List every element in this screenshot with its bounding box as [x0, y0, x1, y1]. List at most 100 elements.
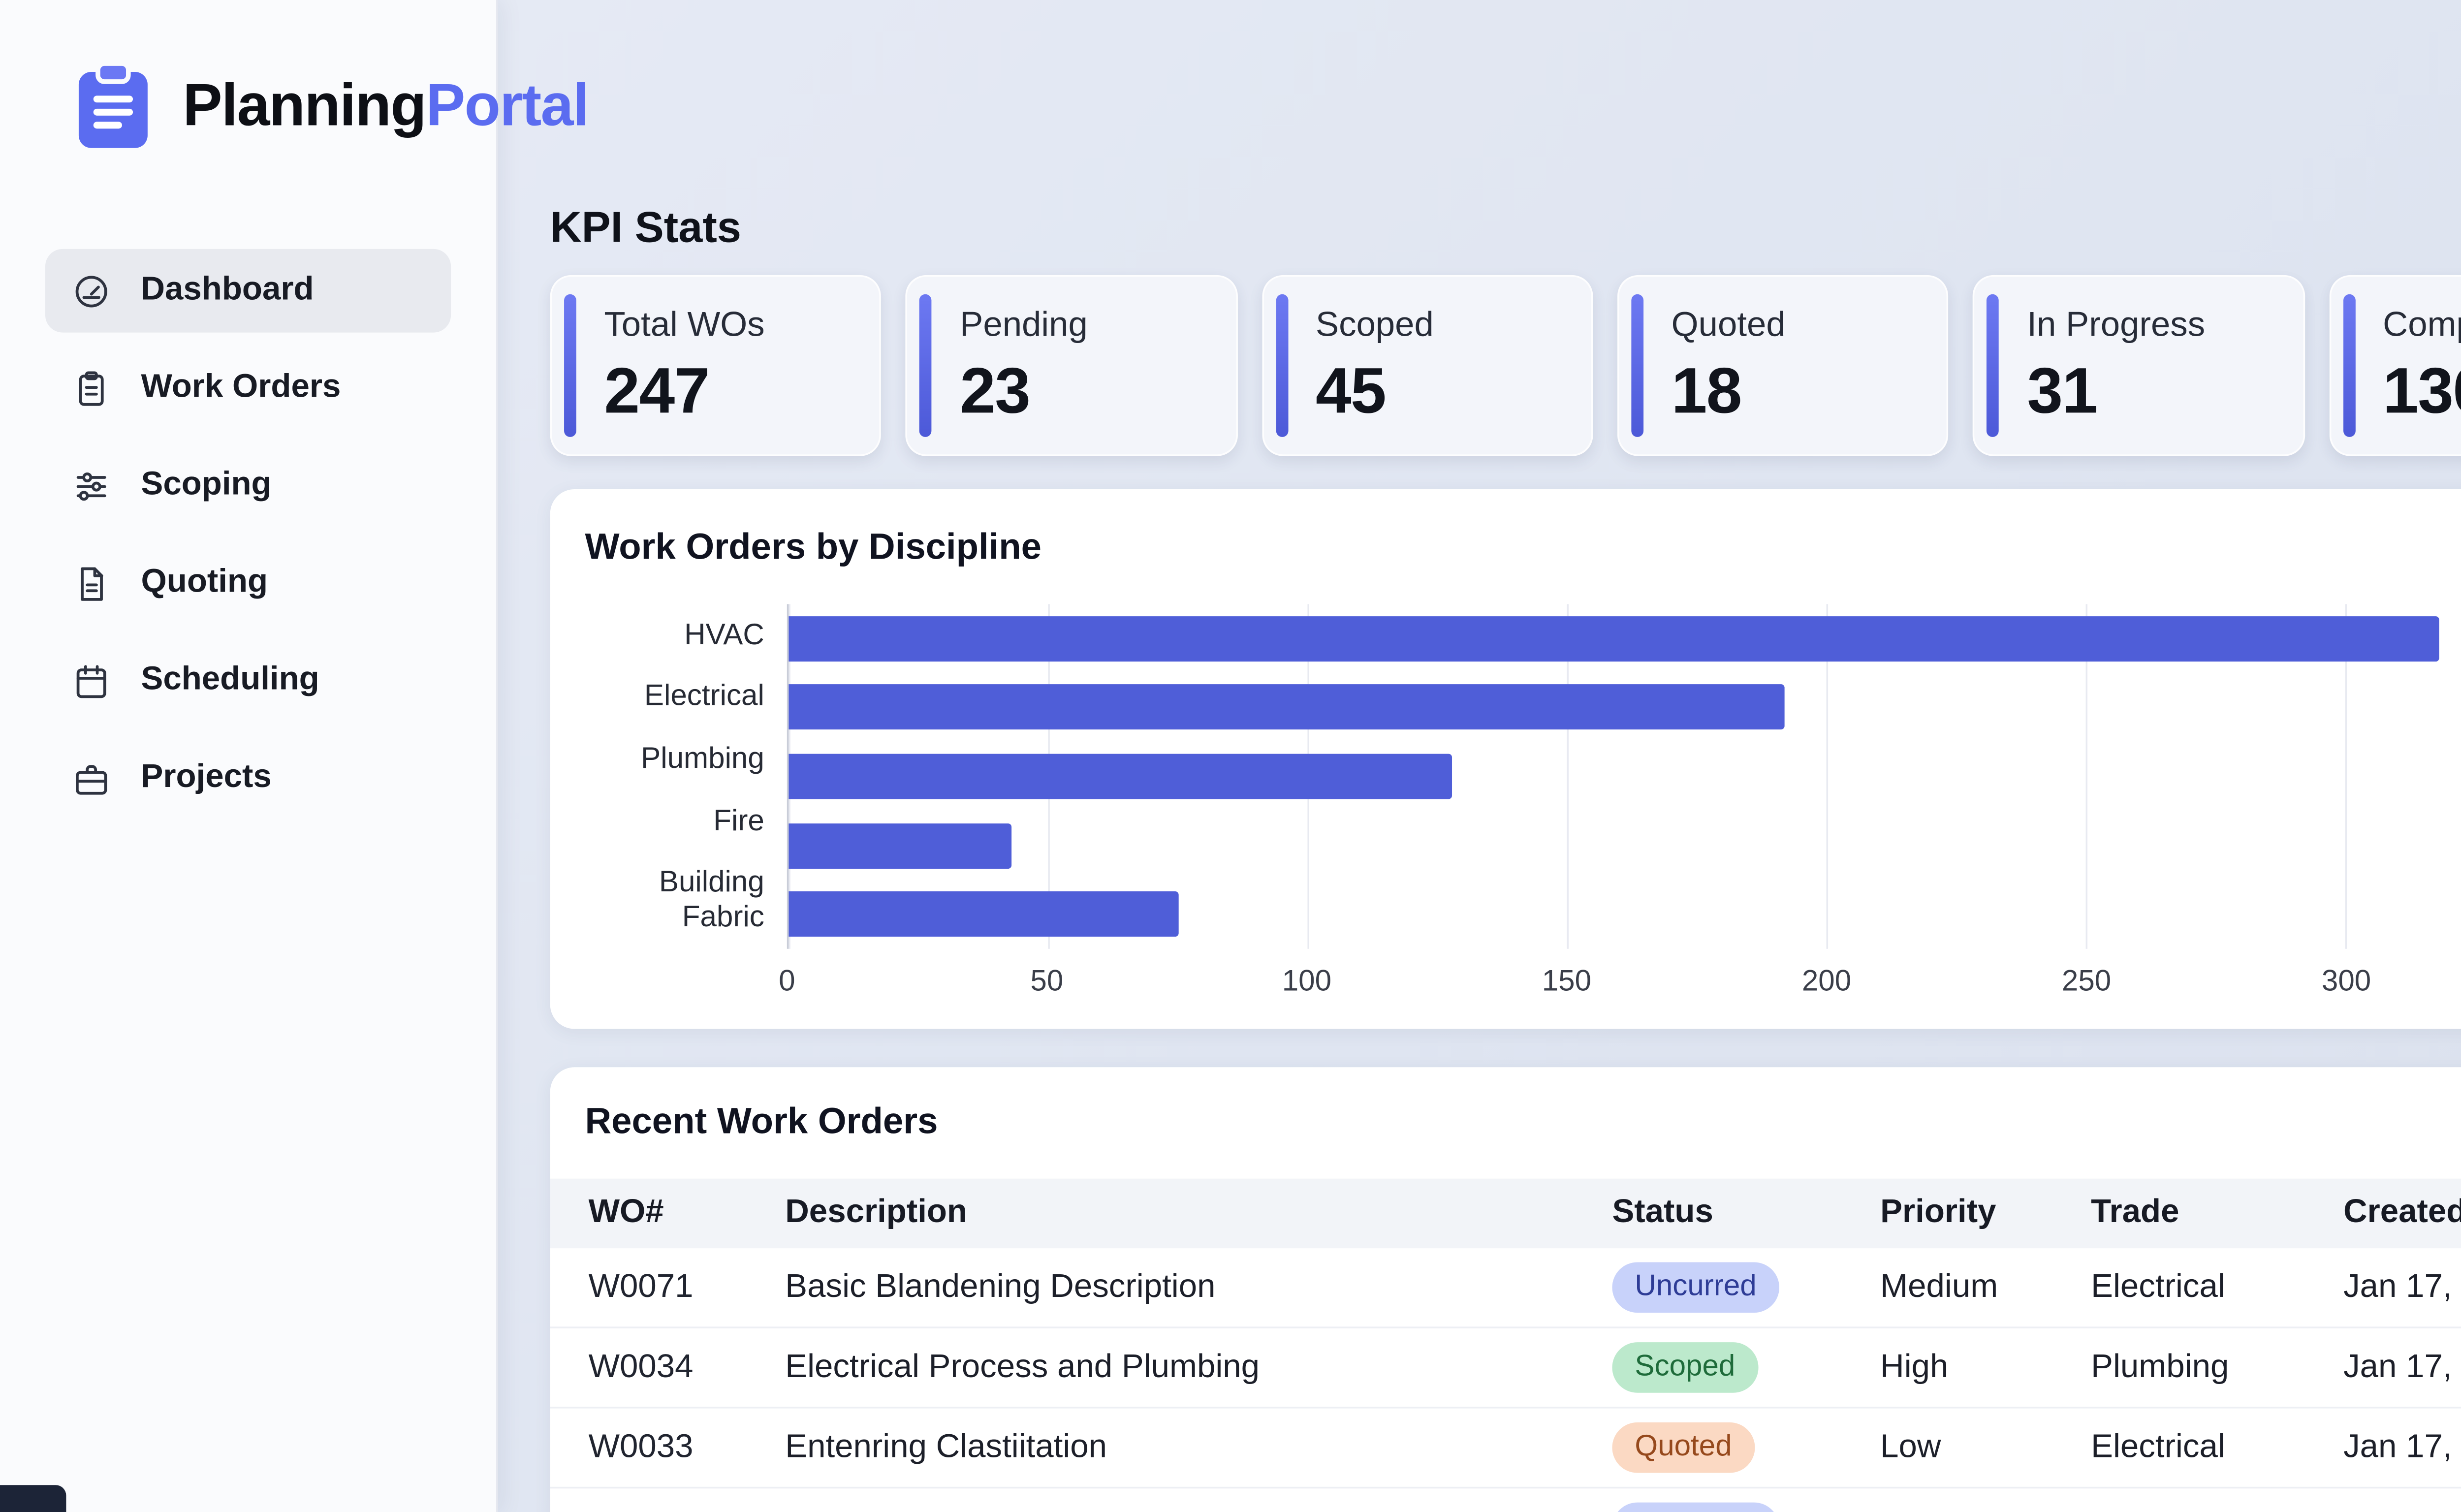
cell-trade: Electrical: [2091, 1428, 2343, 1467]
sidebar-item-label: Projects: [141, 759, 272, 797]
cell-description: Basic Blandening Description: [785, 1268, 1612, 1307]
kpi-label: Total WOs: [604, 307, 880, 346]
cell-trade: Electrical: [2091, 1268, 2343, 1307]
sidebar-item-projects[interactable]: Projects: [45, 736, 451, 820]
column-header-description: Description: [785, 1195, 1612, 1233]
x-tick-label: 0: [779, 965, 795, 1000]
sidebar-item-label: Scheduling: [141, 662, 319, 700]
column-header-status: Status: [1612, 1195, 1880, 1233]
bar-fire: [789, 823, 1011, 869]
kpi-value: 23: [960, 355, 1235, 429]
sidebar: PlanningPortal Dashboard Work Orders Sco…: [0, 0, 498, 1512]
kpi-card-complete: Complete 130: [2329, 275, 2461, 456]
table-row[interactable]: W0034 Electrical Process and Plumbing Sc…: [550, 1328, 2461, 1409]
cell-wo-number: W0071: [589, 1268, 786, 1307]
table-row[interactable]: W0071 Basic Blandening Description Uncur…: [550, 1248, 2461, 1328]
table-header-row: WO# Description Status Priority Trade Cr…: [550, 1179, 2461, 1248]
main-content: KPI Stats Total WOs 247 Pending 23 Scope…: [496, 0, 2461, 1512]
briefcase-icon: [71, 758, 111, 798]
sidebar-item-label: Work Orders: [141, 369, 341, 408]
cell-wo-number: W0034: [589, 1349, 786, 1387]
bar-electrical: [789, 684, 1785, 729]
app-logo[interactable]: PlanningPortal: [0, 0, 496, 155]
kpi-label: Quoted: [1672, 307, 1947, 346]
kpi-stats-heading: KPI Stats: [550, 202, 2461, 254]
sidebar-item-label: Dashboard: [141, 272, 314, 310]
sidebar-item-dashboard[interactable]: Dashboard: [45, 249, 451, 333]
kpi-card-in-progress: In Progress 31: [1973, 275, 2304, 456]
x-tick-label: 100: [1282, 965, 1331, 1000]
sidebar-item-scheduling[interactable]: Scheduling: [45, 639, 451, 723]
status-badge: Uncurred: [1612, 1503, 1779, 1512]
sidebar-item-label: Quoting: [141, 564, 268, 602]
kpi-value: 130: [2383, 355, 2461, 429]
chart-category-axis: HVAC Electrical Plumbing Fire Building F…: [585, 604, 787, 948]
category-label: Plumbing: [585, 742, 764, 777]
cell-description: Schedule Plumbing Completion: [785, 1509, 1612, 1512]
table-row[interactable]: W0024 Schedule Plumbing Completion Uncur…: [550, 1488, 2461, 1512]
x-tick-label: 300: [2322, 965, 2371, 1000]
kpi-card-pending: Pending 23: [906, 275, 1237, 456]
chart-title: Work Orders by Discipline: [585, 528, 2461, 569]
sidebar-item-work-orders[interactable]: Work Orders: [45, 346, 451, 430]
sidebar-nav: Dashboard Work Orders Scoping Quoting: [0, 249, 496, 820]
sidebar-item-label: Scoping: [141, 467, 272, 505]
app-title: PlanningPortal: [183, 73, 588, 141]
column-header-created: Created: [2343, 1195, 2461, 1233]
x-tick-label: 50: [1030, 965, 1063, 1000]
cell-created: Jan 17, 9:00 PM: [2343, 1428, 2461, 1467]
kpi-label: Complete: [2383, 307, 2461, 346]
cell-trade: Plumbing: [2091, 1349, 2343, 1387]
table-title: Recent Work Orders: [550, 1102, 2461, 1144]
cell-wo-number: W0033: [589, 1428, 786, 1467]
chart-x-axis: 0 50 100 150 200 250 300 350: [787, 949, 2461, 1001]
cell-description: Electrical Process and Plumbing: [785, 1349, 1612, 1387]
recent-work-orders-card: Recent Work Orders WO# Description Statu…: [550, 1067, 2461, 1512]
kpi-value: 18: [1672, 355, 1947, 429]
table-row[interactable]: W0033 Entenring Clastiitation Quoted Low…: [550, 1409, 2461, 1489]
category-label: Fire: [585, 804, 764, 839]
kpi-label: Scoped: [1316, 307, 1591, 346]
work-orders-by-discipline-chart-card: Work Orders by Discipline HVAC Electrica…: [550, 489, 2461, 1029]
bar-plumbing: [789, 754, 1452, 799]
kpi-card-row: Total WOs 247 Pending 23 Scoped 45 Quote…: [550, 275, 2461, 456]
kpi-card-scoped: Scoped 45: [1262, 275, 1593, 456]
x-tick-label: 150: [1542, 965, 1591, 1000]
cell-priority: High: [1880, 1349, 2091, 1387]
x-tick-label: 200: [1802, 965, 1851, 1000]
table-body: W0071 Basic Blandening Description Uncur…: [550, 1248, 2461, 1512]
kpi-card-quoted: Quoted 18: [1617, 275, 1949, 456]
bar-building-fabric: [789, 891, 1178, 937]
kpi-value: 45: [1316, 355, 1591, 429]
kpi-card-total-wos: Total WOs 247: [550, 275, 882, 456]
chart-plot-area: [787, 604, 2461, 948]
category-label: Building Fabric: [585, 866, 764, 935]
x-tick-label: 250: [2062, 965, 2111, 1000]
cell-wo-number: W0024: [589, 1509, 786, 1512]
column-header-trade: Trade: [2091, 1195, 2343, 1233]
kpi-label: Pending: [960, 307, 1235, 346]
category-label: Electrical: [585, 680, 764, 715]
column-header-wo: WO#: [589, 1195, 786, 1233]
gauge-icon: [71, 271, 111, 311]
planning-portal-app: PlanningPortal Dashboard Work Orders Sco…: [0, 0, 2461, 1512]
sidebar-item-scoping[interactable]: Scoping: [45, 444, 451, 528]
cell-created: Jan 17, 8:40 PM: [2343, 1349, 2461, 1387]
cell-priority: Medium: [1880, 1268, 2091, 1307]
category-label: HVAC: [585, 618, 764, 653]
cell-trade: Electrical: [2091, 1509, 2343, 1512]
status-badge: Scoped: [1612, 1343, 1758, 1392]
sliders-icon: [71, 466, 111, 505]
bar-hvac: [789, 616, 2438, 662]
cell-priority: Low: [1880, 1428, 2091, 1467]
clipboard-icon: [71, 368, 111, 408]
bar-chart: HVAC Electrical Plumbing Fire Building F…: [585, 604, 2461, 948]
kpi-label: In Progress: [2027, 307, 2303, 346]
cell-created: Jan 17, 9:00 PM: [2343, 1509, 2461, 1512]
kpi-value: 247: [604, 355, 880, 429]
status-badge: Quoted: [1612, 1422, 1754, 1472]
status-badge: Uncurred: [1612, 1262, 1779, 1312]
cell-created: Jan 17, 9:25 PM: [2343, 1268, 2461, 1307]
sidebar-item-quoting[interactable]: Quoting: [45, 541, 451, 625]
app-title-primary: Planning: [183, 73, 426, 139]
